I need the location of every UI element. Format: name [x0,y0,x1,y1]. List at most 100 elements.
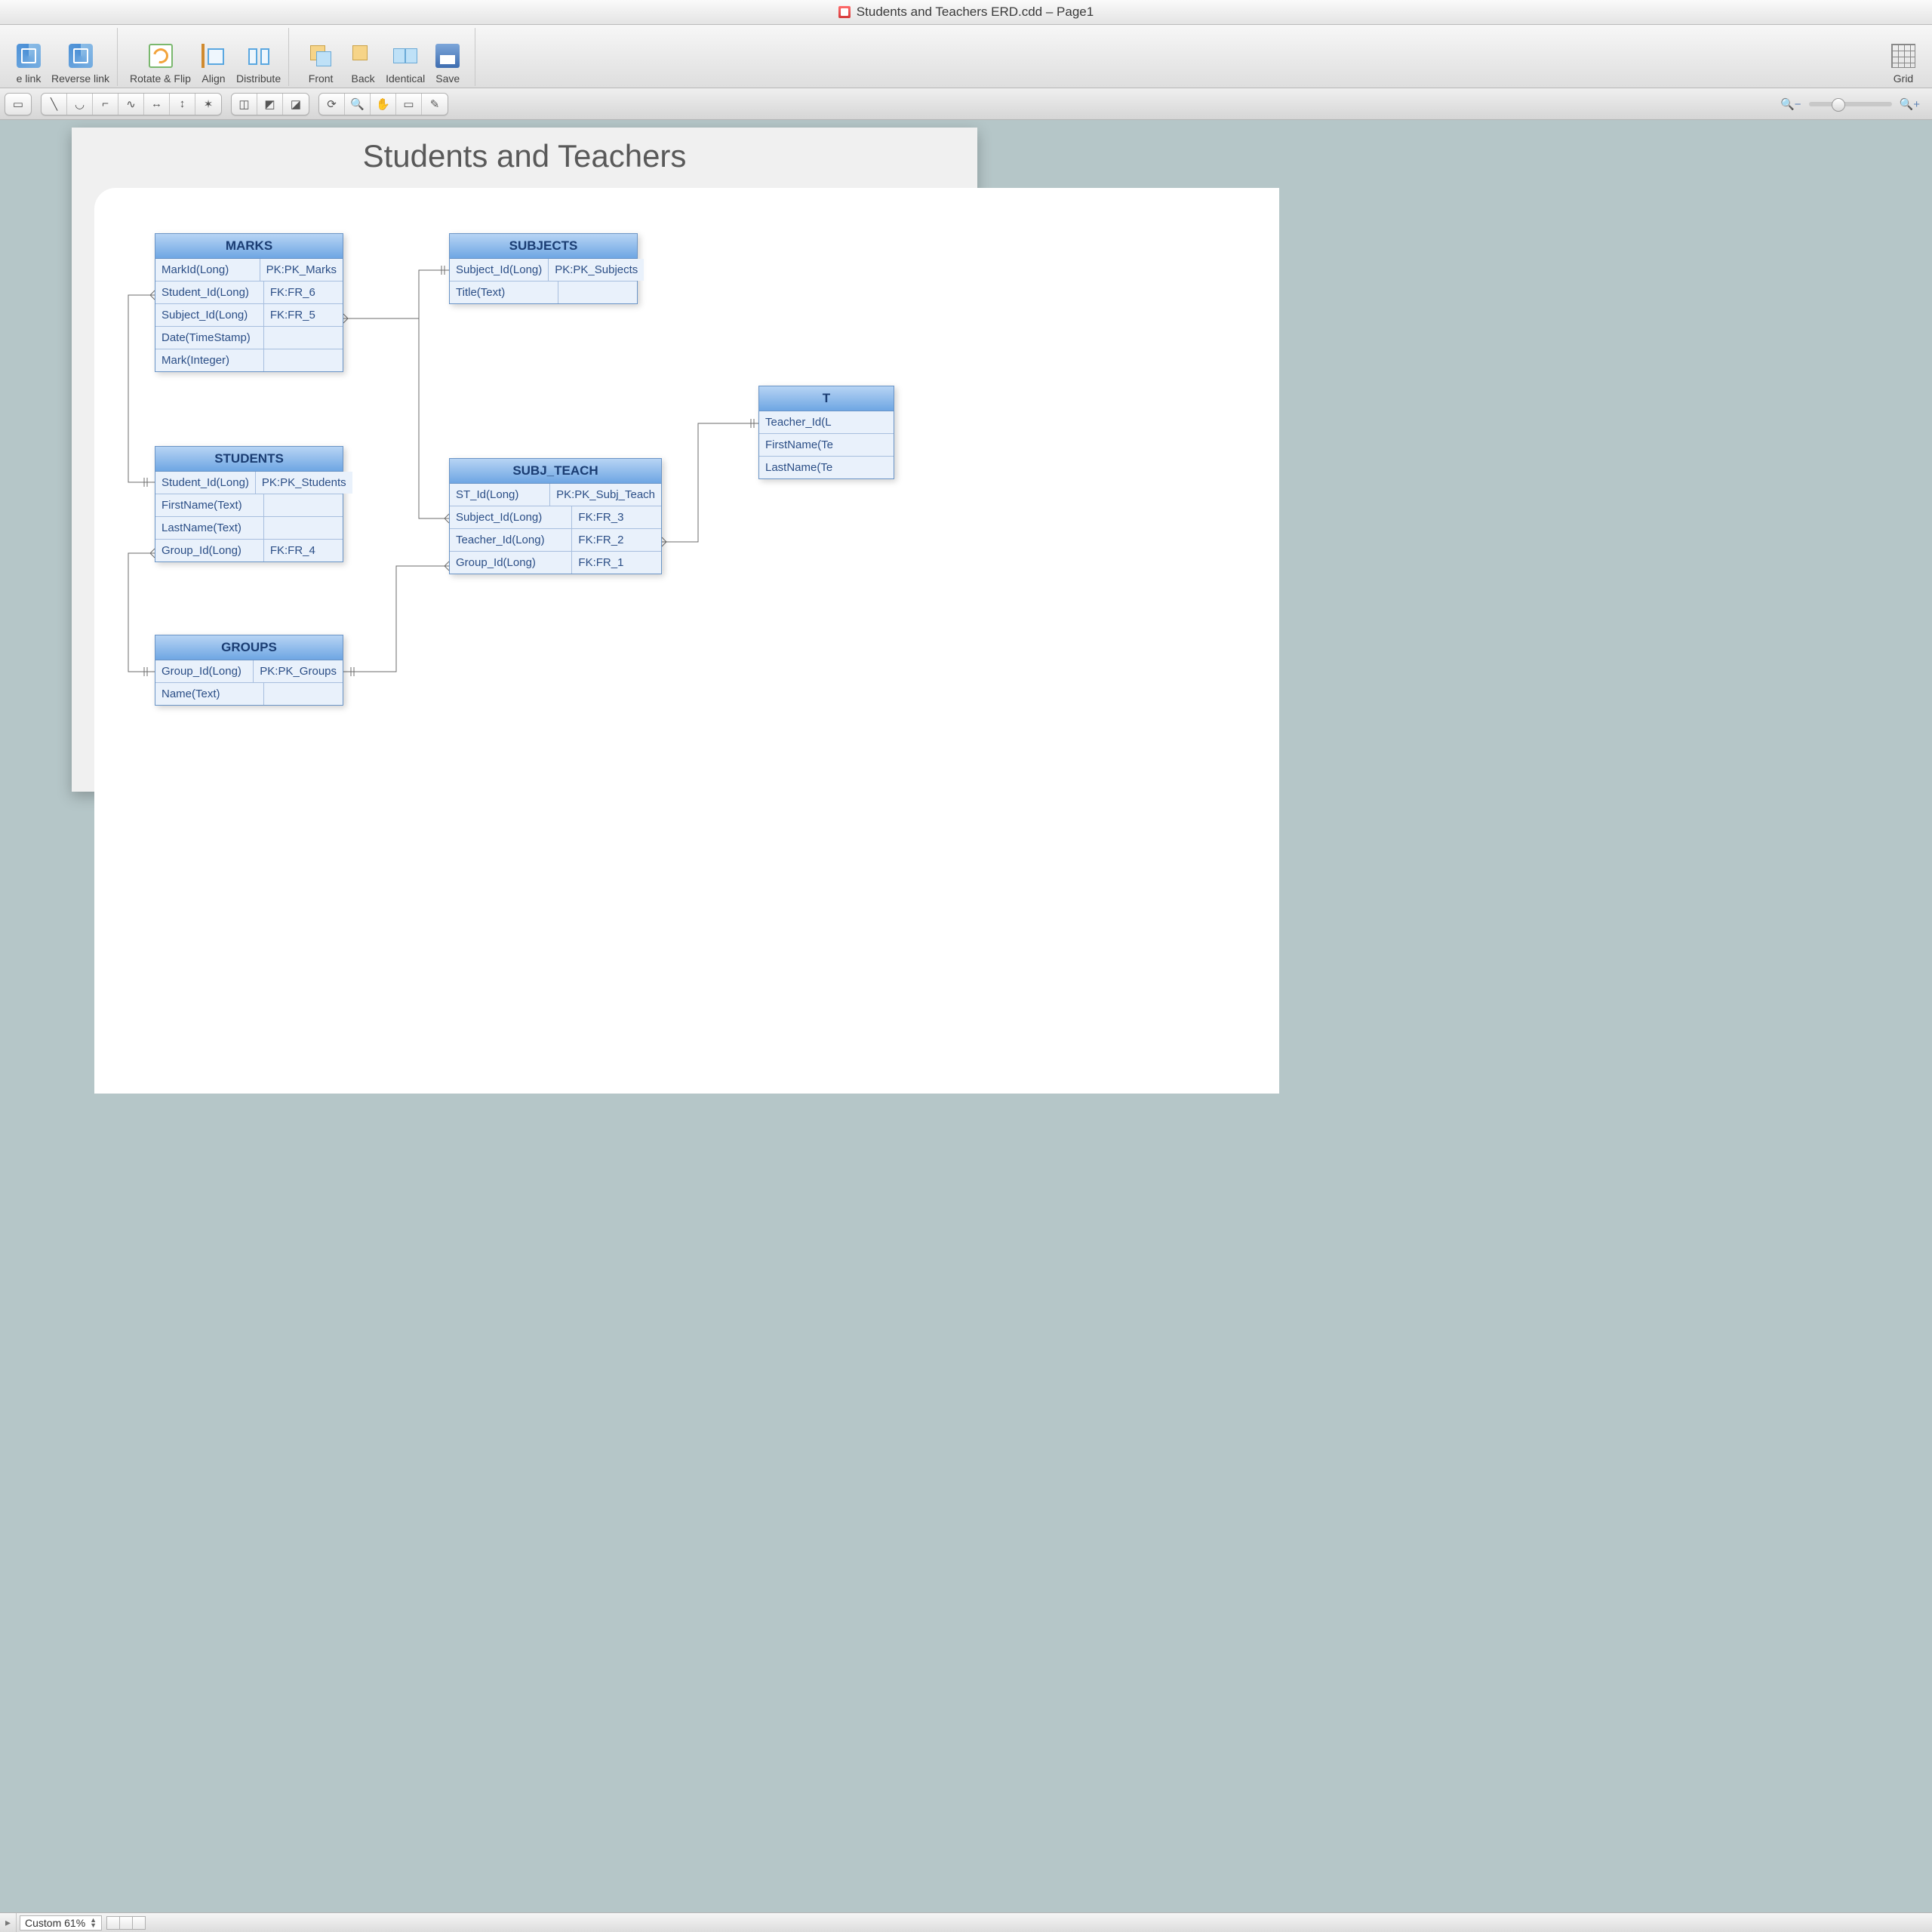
entity-teachers[interactable]: T Teacher_Id(L FirstName(Te LastName(Te [758,386,894,479]
find-tool[interactable]: 🔍 [345,94,371,115]
front-label: Front [309,72,334,85]
zoom-controls: 🔍− 🔍+ [1780,97,1927,111]
cell: Date(TimeStamp) [155,327,264,349]
line-tool[interactable]: ╲ [42,94,67,115]
cell: PK:PK_Subj_Teach [550,484,661,506]
cell: PK:PK_Groups [254,660,343,682]
entity-subj-teach-header: SUBJ_TEACH [450,459,661,484]
hv-tool[interactable]: ↔ [144,94,170,115]
cell: Teacher_Id(Long) [450,529,572,551]
cell: FK:FR_5 [264,304,343,326]
cell: LastName(Te [759,457,894,478]
cell: ST_Id(Long) [450,484,550,506]
link-button[interactable]: e link [9,28,48,86]
shape-tools-segment: ▭ [5,93,32,115]
grid-icon [1891,44,1915,68]
entity-teachers-header: T [759,386,894,411]
cell: FK:FR_6 [264,281,343,303]
align-icon [202,44,226,68]
cell: PK:PK_Subjects [549,259,644,281]
zoom-level-field[interactable]: Custom 61% ▲▼ [20,1915,102,1930]
rotate-flip-label: Rotate & Flip [130,72,191,85]
zoom-slider[interactable] [1809,102,1892,106]
reverse-link-icon [69,44,93,68]
cell: Subject_Id(Long) [155,304,264,326]
window-titlebar: Students and Teachers ERD.cdd – Page1 [0,0,1932,25]
cell: Group_Id(Long) [155,660,254,682]
identical-button[interactable]: Identical [386,28,425,86]
cell: FK:FR_3 [572,506,661,528]
window-title: Students and Teachers ERD.cdd – Page1 [857,5,1094,20]
back-button[interactable]: Back [343,28,383,86]
entity-students[interactable]: STUDENTS Student_Id(Long)PK:PK_Students … [155,446,343,562]
snap-b[interactable]: ◩ [257,94,283,115]
grid-label: Grid [1894,72,1913,85]
entity-students-header: STUDENTS [155,447,343,472]
workspace[interactable]: Students and Teachers [0,120,1932,1912]
snap-c[interactable]: ◪ [283,94,309,115]
rotate-flip-button[interactable]: Rotate & Flip [130,28,191,86]
identical-icon [393,44,417,68]
cell: Subject_Id(Long) [450,259,549,281]
document-icon [838,6,851,18]
cell [264,517,343,539]
cell: PK:PK_Students [256,472,352,494]
pointer-tool[interactable]: ▭ [5,94,31,115]
align-button[interactable]: Align [194,28,233,86]
cell: Name(Text) [155,683,264,705]
entity-marks[interactable]: MARKS MarkId(Long)PK:PK_Marks Student_Id… [155,233,343,372]
pan-tool[interactable]: ✋ [371,94,396,115]
reverse-link-button[interactable]: Reverse link [51,28,109,86]
entity-subjects[interactable]: SUBJECTS Subject_Id(Long)PK:PK_Subjects … [449,233,638,304]
cell: FirstName(Te [759,434,894,456]
page-thumb[interactable] [106,1916,120,1930]
elbow-tool[interactable]: ⌐ [93,94,118,115]
reverse-link-label: Reverse link [51,72,109,85]
tool-strip: ▭ ╲ ◡ ⌐ ∿ ↔ ↕ ✶ ◫ ◩ ◪ ⟳ 🔍 ✋ ▭ ✎ 🔍− 🔍+ [0,88,1932,120]
multi-tool[interactable]: ✶ [195,94,221,115]
vh-tool[interactable]: ↕ [170,94,195,115]
eyedropper-tool[interactable]: ✎ [422,94,448,115]
cell [264,683,343,705]
zoom-level-label: Custom 61% [25,1917,85,1929]
grid-button[interactable]: Grid [1884,28,1923,86]
zoom-stepper[interactable]: ▲▼ [90,1918,97,1928]
arc-tool[interactable]: ◡ [67,94,93,115]
scroll-left-button[interactable]: ▸ [0,1913,17,1932]
stamp-tool[interactable]: ▭ [396,94,422,115]
entity-marks-header: MARKS [155,234,343,259]
distribute-label: Distribute [236,72,281,85]
cell [264,327,343,349]
cell: Title(Text) [450,281,558,303]
entity-groups[interactable]: GROUPS Group_Id(Long)PK:PK_Groups Name(T… [155,635,343,706]
entity-groups-header: GROUPS [155,635,343,660]
front-button[interactable]: Front [301,28,340,86]
snap-tools-segment: ◫ ◩ ◪ [231,93,309,115]
cell [264,494,343,516]
page-thumb[interactable] [132,1916,146,1930]
cell: Group_Id(Long) [155,540,264,561]
distribute-button[interactable]: Distribute [236,28,281,86]
page-thumbnails[interactable] [106,1916,145,1930]
cell: Mark(Integer) [155,349,264,371]
cell: Student_Id(Long) [155,472,256,494]
save-icon [435,44,460,68]
curve-tool[interactable]: ∿ [118,94,144,115]
cell: MarkId(Long) [155,259,260,281]
snap-a[interactable]: ◫ [232,94,257,115]
page-thumb[interactable] [119,1916,133,1930]
cell: FirstName(Text) [155,494,264,516]
cell [264,349,343,371]
zoom-in-icon[interactable]: 🔍+ [1900,97,1920,111]
cell: FK:FR_4 [264,540,343,561]
zoom-out-icon[interactable]: 🔍− [1780,97,1801,111]
identical-label: Identical [386,72,425,85]
save-button[interactable]: Save [428,28,467,86]
refresh-tool[interactable]: ⟳ [319,94,345,115]
link-label: e link [17,72,42,85]
bring-front-icon [309,44,333,68]
connector-tools-segment: ╲ ◡ ⌐ ∿ ↔ ↕ ✶ [41,93,222,115]
diagram-page[interactable]: Students and Teachers [72,128,977,792]
entity-subj-teach[interactable]: SUBJ_TEACH ST_Id(Long)PK:PK_Subj_Teach S… [449,458,662,574]
entity-subjects-header: SUBJECTS [450,234,637,259]
